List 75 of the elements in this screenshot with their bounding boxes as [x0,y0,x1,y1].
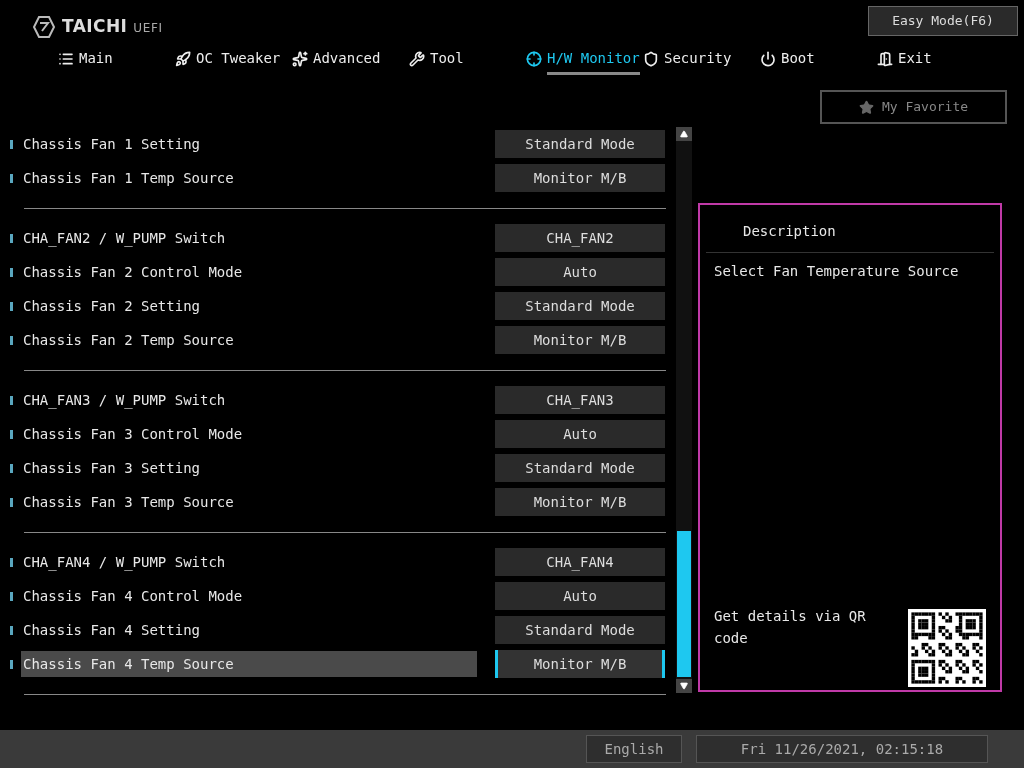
setting-value-button[interactable]: Monitor M/B [495,488,665,516]
qr-code-icon [908,609,986,687]
brand-logo-text: TAICHI [62,15,128,38]
row-marker-icon [10,659,13,669]
language-button[interactable]: English [586,735,682,763]
setting-value-button[interactable]: Auto [495,258,665,286]
menu-tab[interactable]: H/W Monitor [526,42,643,75]
setting-value-button[interactable]: Standard Mode [495,454,665,482]
star-icon [858,99,874,115]
door-icon [877,50,893,67]
setting-label[interactable]: Chassis Fan 1 Setting [21,131,477,157]
menu-tab[interactable]: Boot [760,42,877,75]
description-text: Select Fan Temperature Source [713,262,960,281]
row-marker-icon [10,625,13,635]
row-marker-icon [10,233,13,243]
setting-value-button[interactable]: CHA_FAN4 [495,548,665,576]
menu-tab[interactable]: OC Tweaker [175,42,292,75]
row-marker-icon [10,267,13,277]
setting-label[interactable]: Chassis Fan 3 Setting [21,455,477,481]
row-marker-icon [10,173,13,183]
qr-caption: Get details via QR code [714,607,867,648]
setting-label[interactable]: Chassis Fan 2 Setting [21,293,477,319]
setting-value-button[interactable]: Monitor M/B [495,164,665,192]
tools-icon [409,50,425,67]
setting-label[interactable]: CHA_FAN3 / W_PUMP Switch [21,387,477,413]
row-marker-icon [10,591,13,601]
setting-label[interactable]: CHA_FAN2 / W_PUMP Switch [21,225,477,251]
menu-tab[interactable]: Advanced [292,42,409,75]
setting-label[interactable]: Chassis Fan 4 Temp Source [21,651,477,677]
menu-tab[interactable]: Exit [877,42,994,75]
setting-label[interactable]: Chassis Fan 1 Temp Source [21,165,477,191]
easy-mode-button[interactable]: Easy Mode(F6) [868,6,1018,36]
row-marker-icon [10,557,13,567]
row-marker-icon [10,301,13,311]
scrollbar-thumb[interactable] [677,531,691,677]
menu-tab[interactable]: Main [58,42,175,75]
menu-tab[interactable]: Security [643,42,760,75]
rocket-icon [175,50,191,67]
date-time-display: Fri 11/26/2021, 02:15:18 [696,735,988,763]
setting-label[interactable]: Chassis Fan 3 Temp Source [21,489,477,515]
menu-tab[interactable]: Tool [409,42,526,75]
row-marker-icon [10,497,13,507]
setting-value-button[interactable]: Standard Mode [495,292,665,320]
setting-value-button[interactable]: Auto [495,582,665,610]
row-marker-icon [10,395,13,405]
star-icon [292,50,308,67]
row-marker-icon [10,139,13,149]
setting-label[interactable]: Chassis Fan 3 Control Mode [21,421,477,447]
setting-label[interactable]: Chassis Fan 4 Control Mode [21,583,477,609]
down-arrow-icon [680,682,688,690]
power-icon [760,50,776,67]
setting-value-button[interactable]: Auto [495,420,665,448]
setting-value-button[interactable]: Monitor M/B [495,326,665,354]
setting-value-button[interactable]: Standard Mode [495,616,665,644]
setting-label[interactable]: Chassis Fan 4 Setting [21,617,477,643]
description-title: Description [706,205,994,253]
scrollbar-track[interactable] [676,127,692,693]
scroll-down-button[interactable] [676,679,692,693]
setting-value-button[interactable]: Standard Mode [495,130,665,158]
setting-label[interactable]: Chassis Fan 2 Control Mode [21,259,477,285]
setting-value-button[interactable]: Monitor M/B [495,650,665,678]
my-favorite-button[interactable]: My Favorite [820,90,1007,124]
setting-label[interactable]: Chassis Fan 2 Temp Source [21,327,477,353]
scroll-up-button[interactable] [676,127,692,141]
shield-icon [643,50,659,67]
logo-icon [32,14,56,39]
uefi-label: UEFI [133,19,163,37]
setting-value-button[interactable]: CHA_FAN2 [495,224,665,252]
setting-label[interactable]: CHA_FAN4 / W_PUMP Switch [21,549,477,575]
setting-value-button[interactable]: CHA_FAN3 [495,386,665,414]
row-marker-icon [10,463,13,473]
row-marker-icon [10,335,13,345]
crosshair-icon [526,50,542,67]
up-arrow-icon [680,130,688,138]
row-marker-icon [10,429,13,439]
